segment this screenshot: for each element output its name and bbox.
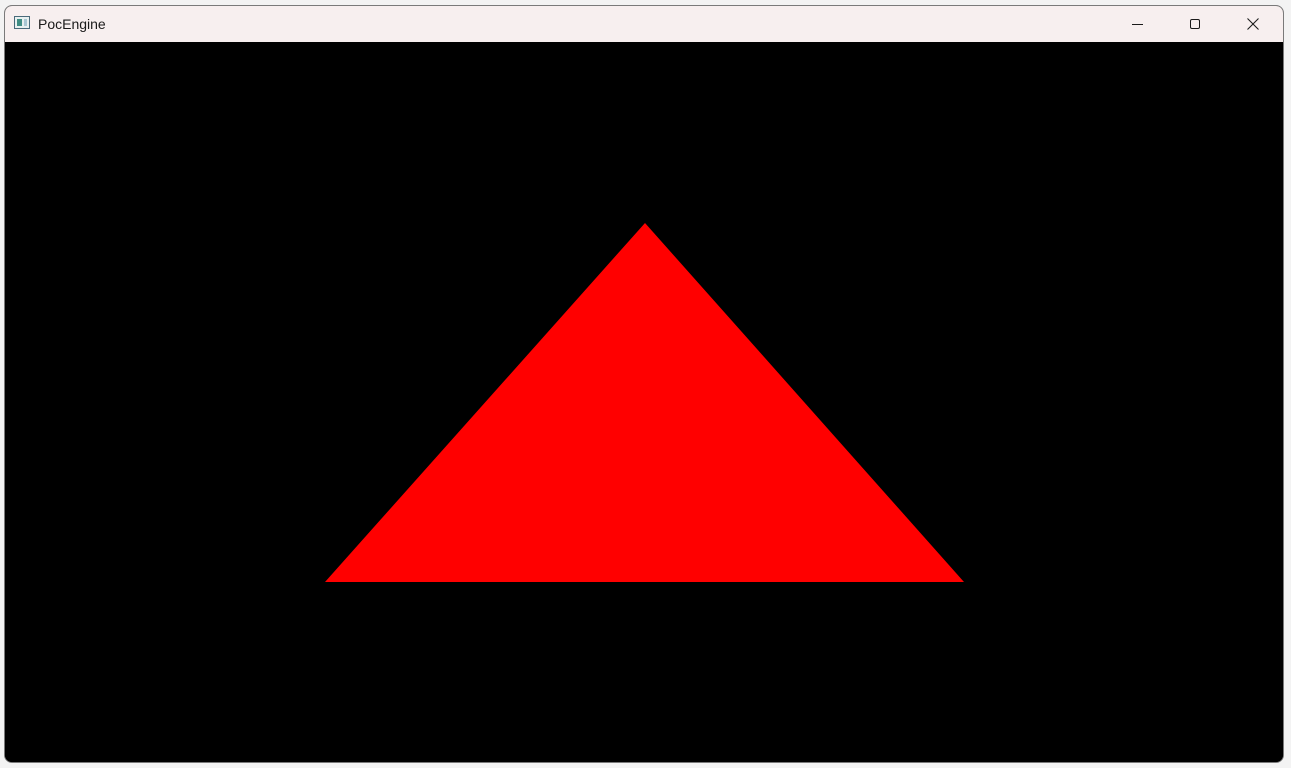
- close-button[interactable]: [1224, 6, 1282, 42]
- title-bar[interactable]: PocEngine: [5, 6, 1283, 42]
- render-viewport[interactable]: [5, 42, 1283, 762]
- red-triangle: [325, 223, 964, 582]
- window-title: PocEngine: [38, 16, 106, 32]
- minimize-button[interactable]: [1108, 6, 1166, 42]
- maximize-button[interactable]: [1166, 6, 1224, 42]
- minimize-icon: [1131, 23, 1143, 25]
- render-canvas: [325, 223, 964, 582]
- app-window-icon: [14, 16, 30, 29]
- close-icon: [1247, 18, 1259, 30]
- app-window: PocEngine: [4, 5, 1284, 763]
- maximize-icon: [1190, 19, 1200, 29]
